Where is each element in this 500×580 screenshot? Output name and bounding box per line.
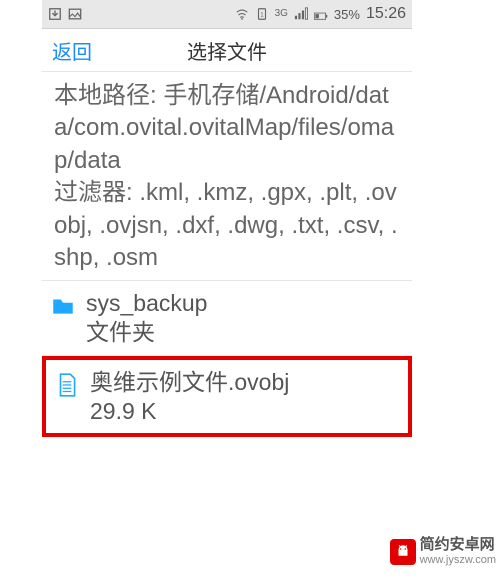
network-type: 3G xyxy=(275,9,288,19)
navigation-bar: 返回 选择文件 xyxy=(42,29,412,72)
download-icon xyxy=(48,7,62,21)
file-subtitle: 29.9 K xyxy=(90,397,289,426)
list-item[interactable]: 奥维示例文件.ovobj 29.9 K xyxy=(42,356,412,438)
status-left-icons xyxy=(48,7,82,21)
file-subtitle: 文件夹 xyxy=(86,318,207,347)
wifi-icon xyxy=(235,7,249,21)
watermark-name: 简约安卓网 xyxy=(420,537,496,554)
svg-text:1: 1 xyxy=(260,12,264,19)
file-name: sys_backup xyxy=(86,289,207,318)
page-title: 选择文件 xyxy=(52,36,402,65)
filter-label: 过滤器: xyxy=(54,179,133,206)
phone-screen: 1 3G 35% 15:26 返回 选择文件 本地路径: 手机存储/Androi… xyxy=(42,0,412,580)
signal-icon xyxy=(294,7,308,21)
file-icon xyxy=(54,372,80,398)
battery-percentage: 35% xyxy=(334,7,360,22)
path-label: 本地路径: xyxy=(54,82,157,109)
status-right-icons: 1 3G 35% 15:26 xyxy=(235,5,406,23)
file-name: 奥维示例文件.ovobj xyxy=(90,368,289,397)
gallery-icon xyxy=(68,7,82,21)
folder-icon xyxy=(50,293,76,319)
battery-icon xyxy=(314,7,328,21)
file-list: sys_backup 文件夹 奥维示例文件.ovobj 29.9 K xyxy=(42,281,412,437)
watermark-url: www.jyszw.com xyxy=(420,554,496,566)
sim-icon: 1 xyxy=(255,7,269,21)
status-bar: 1 3G 35% 15:26 xyxy=(42,0,412,29)
android-icon xyxy=(390,539,416,565)
info-panel: 本地路径: 手机存储/Android/data/com.ovital.ovita… xyxy=(42,72,412,281)
clock: 15:26 xyxy=(366,5,406,23)
watermark: 简约安卓网 www.jyszw.com xyxy=(386,535,500,568)
list-item[interactable]: sys_backup 文件夹 xyxy=(42,281,412,356)
